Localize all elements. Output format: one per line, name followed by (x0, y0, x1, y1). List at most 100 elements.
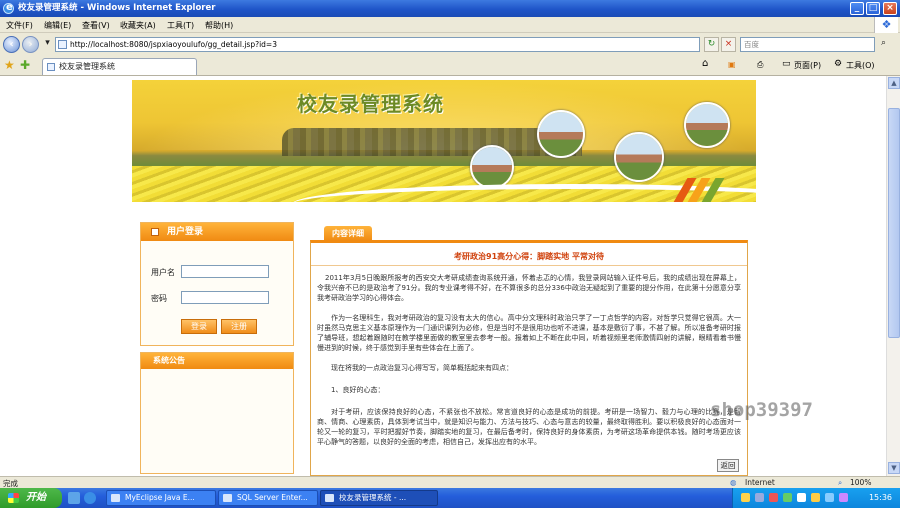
site-container: 校友录管理系统 用户登录 用户名 密码 登录 注册 系统公告 内容详细 考研政治… (132, 80, 756, 476)
article-paragraph: 对于考研，应该保持良好的心态，不紧张也不放松。常言道良好的心态是成功的前提。考研… (317, 408, 741, 446)
maximize-button[interactable]: □ (866, 2, 880, 15)
refresh-icon[interactable]: ↻ (704, 37, 719, 52)
task-label: 校友录管理系统 - ... (339, 493, 407, 502)
scroll-thumb[interactable] (888, 108, 900, 338)
address-bar: ‹ › ▾ http://localhost:8080/jspxiaoyoulu… (0, 33, 900, 56)
banner-photo-1 (537, 110, 585, 158)
username-input[interactable] (181, 265, 269, 278)
status-bar: 完成 ◍ Internet ⌕ 100% (0, 476, 900, 488)
content-box: 考研政治91高分心得：脚踏实地 平常对待 2011年3月5日晚跟所报考的西安交大… (310, 240, 748, 476)
zoom-level[interactable]: 100% (850, 478, 871, 487)
content-panel: 内容详细 考研政治91高分心得：脚踏实地 平常对待 2011年3月5日晚跟所报考… (310, 226, 748, 476)
zoom-icon: ⌕ (838, 478, 843, 487)
tray-icon[interactable] (783, 493, 792, 502)
page-menu[interactable]: 页面(P) (794, 60, 821, 71)
close-button[interactable]: × (883, 2, 897, 15)
globe-icon: ◍ (730, 478, 737, 487)
tray-icon[interactable] (797, 493, 806, 502)
login-header: 用户登录 (141, 223, 293, 241)
scroll-down-icon[interactable]: ▼ (888, 462, 900, 474)
tab-xiaoyoulu[interactable]: 校友录管理系统 (42, 58, 197, 75)
article-paragraph: 作为一名理科生，我对考研政治的复习没有太大的信心。高中分文理科时政治只学了一丁点… (317, 314, 741, 352)
password-label: 密码 (151, 294, 167, 303)
title-divider (311, 265, 747, 266)
stop-icon[interactable]: × (721, 37, 736, 52)
task-ie-xiaoyoulu[interactable]: 校友录管理系统 - ... (320, 490, 438, 506)
menu-help[interactable]: 帮助(H) (205, 20, 233, 31)
menu-favorites[interactable]: 收藏夹(A) (120, 20, 156, 31)
tray-icon[interactable] (741, 493, 750, 502)
article-paragraph: 现在将我的一点政治复习心得写写，简单概括起来有四点： (331, 364, 513, 372)
zone-text: Internet (745, 478, 775, 487)
site-banner: 校友录管理系统 (132, 80, 756, 202)
register-button[interactable]: 注册 (221, 319, 257, 334)
task-myeclipse[interactable]: MyEclipse Java E... (106, 490, 216, 506)
search-placeholder: 百度 (744, 40, 759, 49)
back-button[interactable]: 返回 (717, 459, 739, 472)
feeds-icon[interactable]: ▣ (728, 60, 736, 69)
banner-photo-4 (684, 102, 730, 148)
start-button[interactable]: 开始 (0, 488, 62, 508)
task-sqlserver[interactable]: SQL Server Enter... (218, 490, 318, 506)
task-label: MyEclipse Java E... (125, 493, 195, 502)
ie-task-icon (325, 494, 334, 502)
tab-page-icon (47, 63, 55, 71)
tray-icon[interactable] (839, 493, 848, 502)
watermark: shop39397 (710, 399, 813, 421)
window-title-bar: 校友录管理系统 - Windows Internet Explorer _ □ … (0, 0, 900, 17)
search-icon[interactable]: ⌕ (876, 37, 891, 52)
forward-arrow-icon[interactable]: › (22, 36, 39, 53)
start-label: 开始 (26, 492, 46, 503)
tools-gear-icon: ⚙ (834, 59, 843, 69)
quicklaunch-desktop-icon[interactable] (68, 492, 80, 504)
menu-view[interactable]: 查看(V) (82, 20, 110, 31)
tray-icon[interactable] (825, 493, 834, 502)
notice-panel: 系统公告 (140, 352, 294, 474)
page-icon (58, 40, 67, 49)
tools-menu[interactable]: 工具(O) (846, 60, 875, 71)
login-panel: 用户登录 用户名 密码 登录 注册 (140, 222, 294, 346)
content-tab: 内容详细 (324, 226, 372, 241)
password-input[interactable] (181, 291, 269, 304)
notice-header: 系统公告 (141, 353, 293, 369)
tray-icon[interactable] (755, 493, 764, 502)
quicklaunch-ie-icon[interactable] (84, 492, 96, 504)
taskbar: 开始 MyEclipse Java E... SQL Server Enter.… (0, 488, 900, 508)
back-arrow-icon[interactable]: ‹ (3, 36, 20, 53)
page-menu-icon: ▭ (782, 59, 791, 69)
print-icon[interactable]: ⎙ (757, 60, 763, 70)
vertical-scrollbar[interactable]: ▲ ▼ (886, 76, 900, 476)
windows-logo-icon: ❖ (874, 17, 898, 33)
page-viewport: 校友录管理系统 用户登录 用户名 密码 登录 注册 系统公告 内容详细 考研政治… (0, 76, 886, 476)
history-dropdown-icon[interactable]: ▾ (40, 37, 55, 52)
banner-photo-3 (614, 132, 664, 182)
menu-edit[interactable]: 编辑(E) (44, 20, 71, 31)
article-paragraph: 2011年3月5日晚跟所报考的西安交大考研成绩查询系统开通，怀着忐忑的心情，我登… (317, 274, 741, 302)
sqlserver-icon (223, 494, 232, 502)
article-title: 考研政治91高分心得：脚踏实地 平常对待 (454, 252, 604, 261)
url-input[interactable]: http://localhost:8080/jspxiaoyoulufo/gg_… (55, 37, 700, 52)
scroll-up-icon[interactable]: ▲ (888, 77, 900, 89)
windows-flag-icon (8, 493, 19, 503)
myeclipse-icon (111, 494, 120, 502)
system-tray: 15:36 (732, 488, 900, 508)
favorites-star-icon[interactable]: ★ (4, 58, 15, 72)
login-header-text: 用户登录 (167, 227, 204, 237)
login-header-icon (151, 228, 159, 236)
minimize-button[interactable]: _ (850, 2, 864, 15)
username-label: 用户名 (151, 268, 175, 277)
menu-tools[interactable]: 工具(T) (167, 20, 194, 31)
tab-row: ★ ✚ 校友录管理系统 ⌂ ▣ ⎙ ▭ 页面(P) ⚙ 工具(O) (0, 56, 900, 76)
banner-title: 校友录管理系统 (297, 92, 444, 116)
tray-icon[interactable] (811, 493, 820, 502)
task-label: SQL Server Enter... (237, 493, 308, 502)
url-text: http://localhost:8080/jspxiaoyoulufo/gg_… (70, 40, 277, 49)
search-input[interactable]: 百度 (740, 37, 875, 52)
home-icon[interactable]: ⌂ (702, 58, 708, 69)
menu-file[interactable]: 文件(F) (6, 20, 33, 31)
article-paragraph: 1、良好的心态： (331, 386, 385, 394)
add-favorites-icon[interactable]: ✚ (20, 58, 30, 72)
tray-icon[interactable] (769, 493, 778, 502)
login-button[interactable]: 登录 (181, 319, 217, 334)
tray-clock: 15:36 (868, 493, 892, 502)
